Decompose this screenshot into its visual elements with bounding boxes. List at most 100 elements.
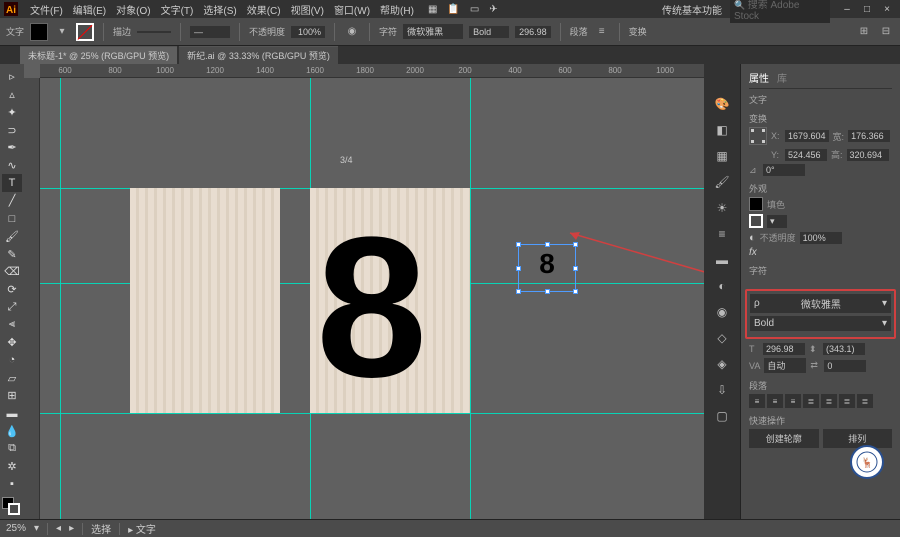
panel-font-size-input[interactable]: 296.98 bbox=[763, 343, 805, 355]
vertical-ruler[interactable] bbox=[24, 78, 40, 519]
mesh-tool[interactable]: ⊞ bbox=[2, 387, 22, 405]
font-size-input[interactable]: 296.98 bbox=[515, 26, 551, 38]
create-outlines-button[interactable]: 创建轮廓 bbox=[749, 429, 819, 448]
magic-wand-tool[interactable]: ✦ bbox=[2, 103, 22, 121]
workspace-switcher[interactable]: 传统基本功能 bbox=[662, 2, 722, 17]
rectangle-tool[interactable]: □ bbox=[2, 210, 22, 228]
recolor-icon[interactable]: ◉ bbox=[344, 24, 360, 40]
search-input[interactable]: 🔍 搜索 Adobe Stock bbox=[730, 0, 830, 23]
panel-leading-input[interactable]: (343.1) bbox=[823, 343, 865, 355]
width-tool[interactable]: ⫷ bbox=[2, 316, 22, 334]
fill-dropdown-icon[interactable]: ▾ bbox=[54, 24, 70, 40]
line-tool[interactable]: ╱ bbox=[2, 192, 22, 210]
panel-kerning-input[interactable]: 自动 bbox=[764, 358, 806, 373]
type-tool[interactable]: T bbox=[2, 174, 22, 192]
justify-center-button[interactable]: ≣ bbox=[821, 394, 837, 408]
fill-color-swatch[interactable] bbox=[749, 197, 763, 211]
rotation-input[interactable]: 0° bbox=[763, 164, 805, 176]
graph-tool[interactable]: ▪ bbox=[2, 476, 22, 494]
window-maximize[interactable]: □ bbox=[858, 4, 876, 15]
appearance-panel-icon[interactable]: ◉ bbox=[710, 302, 734, 322]
large-text-8[interactable]: 8 bbox=[316, 218, 427, 398]
free-transform-tool[interactable]: ✥ bbox=[2, 334, 22, 352]
panel-tracking-input[interactable]: 0 bbox=[824, 360, 866, 372]
fx-button[interactable]: fx bbox=[749, 247, 757, 258]
window-close[interactable]: × bbox=[878, 4, 896, 15]
menu-view[interactable]: 视图(V) bbox=[287, 0, 328, 19]
scale-tool[interactable]: ⤢ bbox=[2, 298, 22, 316]
transparency-panel-icon[interactable]: ◐ bbox=[710, 276, 734, 296]
eyedropper-tool[interactable]: 💧 bbox=[2, 422, 22, 440]
selection-tool[interactable]: ▹ bbox=[2, 68, 22, 86]
opacity-input[interactable]: 100% bbox=[291, 26, 325, 38]
panel-collapse-icon[interactable]: ⊟ bbox=[878, 24, 894, 40]
panel-font-weight-dropdown[interactable]: Bold▾ bbox=[750, 316, 891, 331]
align-center-button[interactable]: ≡ bbox=[767, 394, 783, 408]
align-left-button[interactable]: ≡ bbox=[749, 394, 765, 408]
swatches-panel-icon[interactable]: ▦ bbox=[710, 146, 734, 166]
menu-select[interactable]: 选择(S) bbox=[199, 0, 240, 19]
width-input[interactable]: 176.366 bbox=[848, 130, 890, 142]
canvas[interactable]: 8 8 3/4 bbox=[40, 78, 704, 519]
justify-right-button[interactable]: ≣ bbox=[839, 394, 855, 408]
height-input[interactable]: 320.694 bbox=[847, 149, 889, 161]
color-guide-icon[interactable]: ◧ bbox=[710, 120, 734, 140]
graphic-styles-icon[interactable]: ◇ bbox=[710, 328, 734, 348]
horizontal-ruler[interactable]: 6008001000120014001600180020002004006008… bbox=[40, 64, 704, 78]
small-text-object[interactable]: 8 bbox=[522, 248, 572, 288]
perspective-tool[interactable]: ▱ bbox=[2, 369, 22, 387]
panel-opacity-input[interactable]: 100% bbox=[800, 232, 842, 244]
x-position-input[interactable]: 1679.604 bbox=[785, 130, 829, 142]
shape-builder-tool[interactable]: ◔ bbox=[2, 352, 22, 370]
fill-swatch[interactable] bbox=[30, 23, 48, 41]
menu-window[interactable]: 窗口(W) bbox=[330, 0, 374, 19]
layers-panel-icon[interactable]: ◈ bbox=[710, 354, 734, 374]
stroke-color-swatch[interactable] bbox=[749, 214, 763, 228]
document-tab-2[interactable]: 新纪.ai @ 33.33% (RGB/GPU 预览) bbox=[179, 46, 338, 64]
libraries-tab[interactable]: 库 bbox=[777, 70, 787, 85]
paintbrush-tool[interactable]: 🖌 bbox=[2, 227, 22, 245]
brushes-panel-icon[interactable]: 🖌 bbox=[710, 172, 734, 192]
stroke-weight-input[interactable] bbox=[137, 31, 171, 33]
window-minimize[interactable]: – bbox=[838, 4, 856, 15]
direct-selection-tool[interactable]: ▵ bbox=[2, 86, 22, 104]
share-icon[interactable]: ✈ bbox=[489, 4, 497, 15]
symbols-panel-icon[interactable]: ☀ bbox=[710, 198, 734, 218]
color-panel-icon[interactable]: 🎨 bbox=[710, 94, 734, 114]
zoom-level-dropdown[interactable]: 25% bbox=[6, 523, 26, 534]
artboards-panel-icon[interactable]: ▢ bbox=[710, 406, 734, 426]
eraser-tool[interactable]: ⌫ bbox=[2, 263, 22, 281]
stock-icon[interactable]: 📋 bbox=[447, 4, 459, 15]
menu-object[interactable]: 对象(O) bbox=[112, 0, 154, 19]
artboard-nav-prev[interactable]: ◂ bbox=[56, 523, 61, 534]
lasso-tool[interactable]: ⊃ bbox=[2, 121, 22, 139]
font-weight-dropdown[interactable]: Bold bbox=[469, 26, 509, 38]
blend-tool[interactable]: ⧉ bbox=[2, 440, 22, 458]
arrange-button[interactable]: 排列 bbox=[823, 429, 893, 448]
asset-export-icon[interactable]: ⇩ bbox=[710, 380, 734, 400]
bridge-icon[interactable]: ▦ bbox=[428, 4, 437, 15]
align-left-icon[interactable]: ≡ bbox=[594, 24, 610, 40]
justify-all-button[interactable]: ≣ bbox=[857, 394, 873, 408]
properties-tab[interactable]: 属性 bbox=[749, 70, 769, 85]
arrange-icon[interactable]: ▭ bbox=[470, 4, 479, 15]
artboard-nav-next[interactable]: ▸ bbox=[69, 523, 74, 534]
stroke-panel-icon[interactable]: ≡ bbox=[710, 224, 734, 244]
fill-stroke-indicator[interactable] bbox=[2, 497, 22, 519]
gradient-panel-icon[interactable]: ▬ bbox=[710, 250, 734, 270]
justify-left-button[interactable]: ≣ bbox=[803, 394, 819, 408]
symbol-sprayer-tool[interactable]: ✲ bbox=[2, 458, 22, 476]
brush-dropdown[interactable]: — bbox=[190, 26, 230, 38]
menu-help[interactable]: 帮助(H) bbox=[376, 0, 418, 19]
font-family-dropdown[interactable]: 微软雅黑 bbox=[403, 24, 463, 39]
menu-edit[interactable]: 编辑(E) bbox=[69, 0, 110, 19]
panel-font-family-dropdown[interactable]: ρ微软雅黑▾ bbox=[750, 294, 891, 313]
align-right-button[interactable]: ≡ bbox=[785, 394, 801, 408]
shaper-tool[interactable]: ✎ bbox=[2, 245, 22, 263]
gradient-tool[interactable]: ▬ bbox=[2, 405, 22, 423]
rotate-tool[interactable]: ⟳ bbox=[2, 281, 22, 299]
document-tab-1[interactable]: 未标题-1* @ 25% (RGB/GPU 预览) bbox=[20, 46, 177, 64]
reference-point-selector[interactable] bbox=[749, 127, 767, 145]
menu-effect[interactable]: 效果(C) bbox=[243, 0, 285, 19]
menu-type[interactable]: 文字(T) bbox=[157, 0, 198, 19]
